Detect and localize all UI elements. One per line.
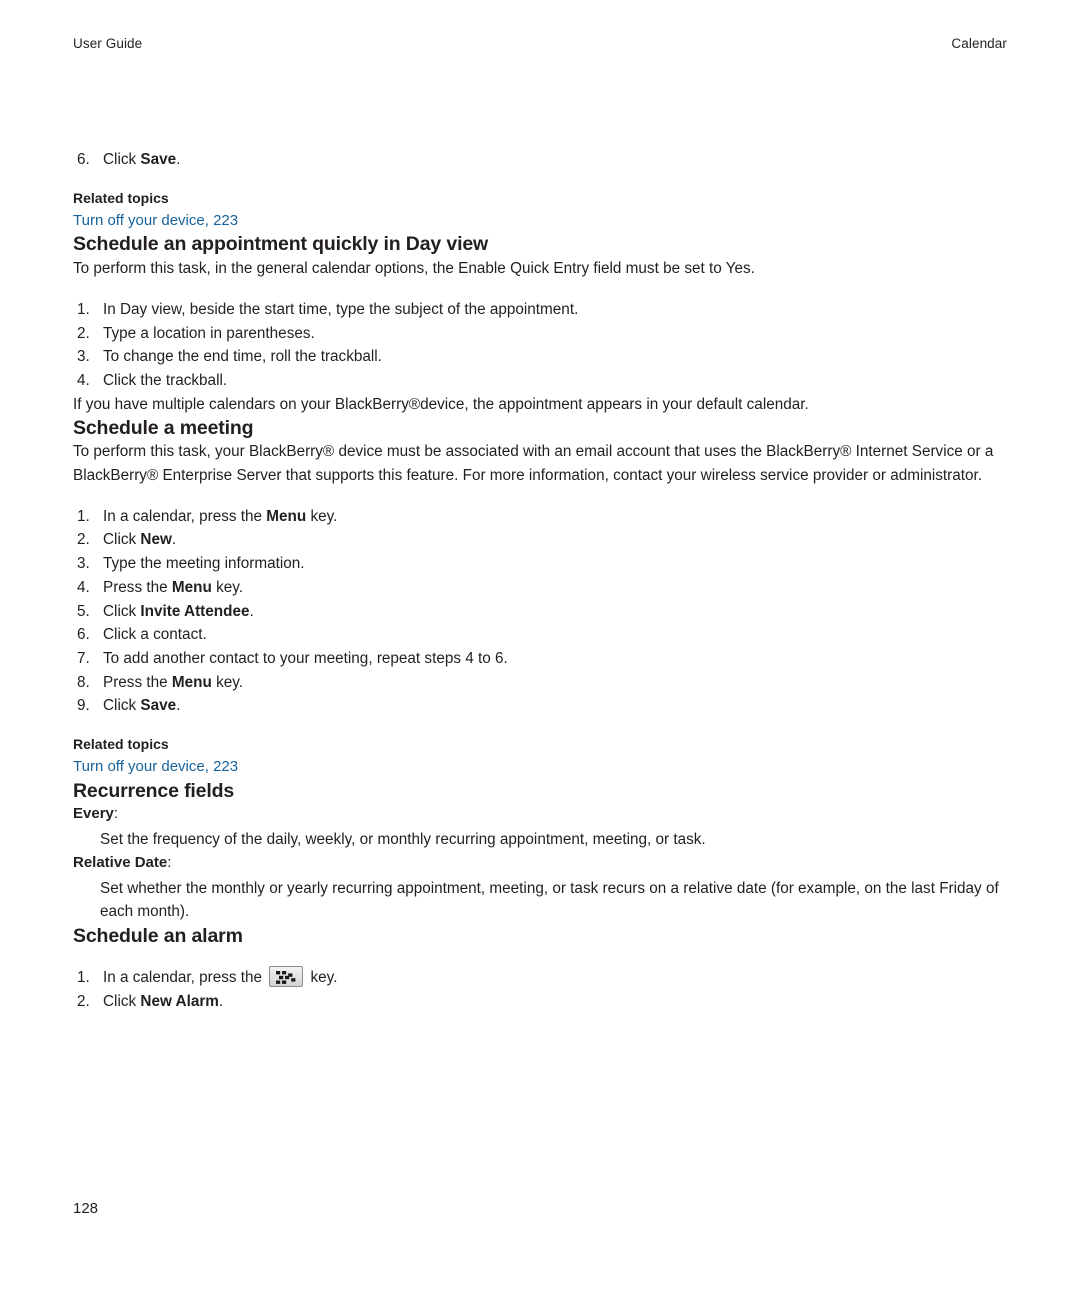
alarm-step-list: 1. In a calendar, press the key. 2. Click … [73, 966, 1013, 1013]
step-number: 6. [77, 626, 90, 644]
step-number: 8. [77, 673, 90, 691]
step-text-bold: New [140, 531, 172, 549]
step-text-after: . [176, 697, 181, 715]
step-text-before: In a calendar, press the [103, 507, 267, 525]
list-item: 3. Type the meeting information. [73, 552, 1013, 576]
section-heading-day-view: Schedule an appointment quickly in Day v… [73, 233, 489, 256]
step-text-before: Click [103, 531, 141, 549]
day-view-outro-paragraph: If you have multiple calendars on your B… [73, 395, 809, 413]
step-number: 1. [77, 969, 90, 987]
step-number: 1. [77, 507, 90, 525]
running-header-left: User Guide [73, 36, 143, 51]
step-number: 4. [77, 578, 90, 596]
related-topic-link[interactable]: Turn off your device, 223 [73, 210, 238, 233]
step-text-after: . [176, 151, 181, 168]
field-definition: Set the frequency of the daily, weekly, … [100, 831, 706, 849]
step-text-bold: Save [140, 697, 177, 715]
step-number: 2. [77, 324, 90, 342]
list-item: 7. To add another contact to your meeting… [73, 647, 1013, 671]
page-content: 6. Click Save. Related topics Turn off yo… [73, 148, 1013, 1014]
step-text: Type a location in parentheses. [103, 324, 315, 342]
step-text-after: key. [211, 578, 243, 596]
step-text-bold: Menu [171, 578, 212, 596]
step-number: 5. [77, 602, 90, 620]
step-text: To change the end time, roll the trackba… [103, 348, 382, 366]
blackberry-menu-key-icon [269, 966, 304, 988]
step-text-before: Type the meeting information. [103, 555, 305, 573]
step-text: In Day view, beside the start time, type… [103, 300, 579, 318]
step-number: 9. [77, 697, 90, 715]
field-term: Every: [73, 803, 1013, 826]
section-heading-alarm: Schedule an alarm [73, 924, 243, 947]
step-number: 7. [77, 649, 90, 667]
list-item: 9. Click Save. [73, 694, 1013, 718]
list-item: 5. Click Invite Attendee. [73, 600, 1013, 624]
step-text-bold: Invite Attendee [140, 602, 250, 620]
related-topic-link[interactable]: Turn off your device, 223 [73, 756, 238, 779]
meeting-intro-paragraph: To perform this task, your BlackBerry® d… [73, 443, 994, 484]
related-topics-title: Related topics [73, 189, 169, 206]
step-text-after: . [171, 531, 177, 549]
step-text-before: Click [103, 697, 141, 715]
step-text-before: Click [103, 602, 141, 620]
section-heading-recurrence: Recurrence fields [73, 779, 235, 802]
step-text-bold: Menu [266, 507, 307, 525]
step-text-bold: New Alarm [140, 992, 219, 1010]
step-text-before: Click a contact. [103, 626, 207, 644]
related-topics-block: Related topics Turn off your device, 223 [73, 734, 1013, 779]
section-intro-paragraph: To perform this task, in the general cal… [73, 259, 755, 277]
recurrence-field-list: Every: Set the frequency of the daily, w… [73, 803, 1013, 924]
field-term: Relative Date: [73, 852, 1013, 875]
list-item: 6. Click Save. [73, 148, 1013, 172]
step-text-before: Click [103, 151, 141, 168]
field-term-label: Every [73, 804, 114, 822]
field-term-colon: : [113, 804, 119, 822]
page-number: 128 [73, 1200, 99, 1217]
section-heading-meeting: Schedule a meeting [73, 416, 254, 439]
related-topics-title: Related topics [73, 736, 169, 753]
step-text-bold: Save [140, 151, 177, 168]
step-number: 1. [77, 300, 90, 318]
continued-step-list: 6. Click Save. [73, 148, 1013, 172]
list-item: 6. Click a contact. [73, 623, 1013, 647]
step-text-after: key. [306, 507, 338, 525]
running-header: User Guide Calendar [73, 36, 1007, 51]
list-item: 8. Press the Menu key. [73, 671, 1013, 695]
running-header-right: Calendar [951, 36, 1007, 51]
step-text-before: In a calendar, press the [103, 969, 267, 987]
step-text-before: Click [103, 992, 141, 1010]
step-text-before: Press the [103, 673, 172, 691]
list-item: 4. Click the trackball. [73, 369, 1013, 393]
step-number: 3. [77, 555, 90, 573]
step-text-after: key. [306, 969, 338, 987]
step-text-before: Press the [103, 578, 172, 596]
field-term-label: Relative Date [73, 853, 168, 871]
document-page: User Guide Calendar 6. Click Save. Relate… [0, 0, 1080, 1296]
related-topics-block: Related topics Turn off your device, 223 [73, 188, 1013, 233]
list-item: 4. Press the Menu key. [73, 576, 1013, 600]
step-number: 6. [77, 151, 90, 168]
list-item: 1. In a calendar, press the Menu key. [73, 505, 1013, 529]
step-number: 2. [77, 531, 90, 549]
step-number: 2. [77, 992, 90, 1010]
day-view-step-list: 1. In Day view, beside the start time, ty… [73, 298, 1013, 393]
list-item: 1. In Day view, beside the start time, ty… [73, 298, 1013, 322]
field-definition: Set whether the monthly or yearly recurr… [100, 880, 999, 921]
field-term-colon: : [167, 853, 172, 871]
step-number: 3. [77, 348, 90, 366]
list-item: 1. In a calendar, press the key. [73, 966, 1013, 990]
meeting-step-list: 1. In a calendar, press the Menu key. 2. C… [73, 505, 1013, 718]
step-text: Click the trackball. [103, 371, 228, 389]
step-text-bold: Menu [171, 673, 212, 691]
step-text-after: key. [211, 673, 243, 691]
step-text-after: . [249, 602, 254, 620]
step-number: 4. [77, 371, 90, 389]
list-item: 3. To change the end time, roll the track… [73, 345, 1013, 369]
list-item: 2. Type a location in parentheses. [73, 322, 1013, 346]
list-item: 2. Click New Alarm. [73, 990, 1013, 1014]
step-text-before: To add another contact to your meeting, … [103, 649, 508, 667]
step-text-after: . [218, 992, 224, 1010]
list-item: 2. Click New. [73, 528, 1013, 552]
